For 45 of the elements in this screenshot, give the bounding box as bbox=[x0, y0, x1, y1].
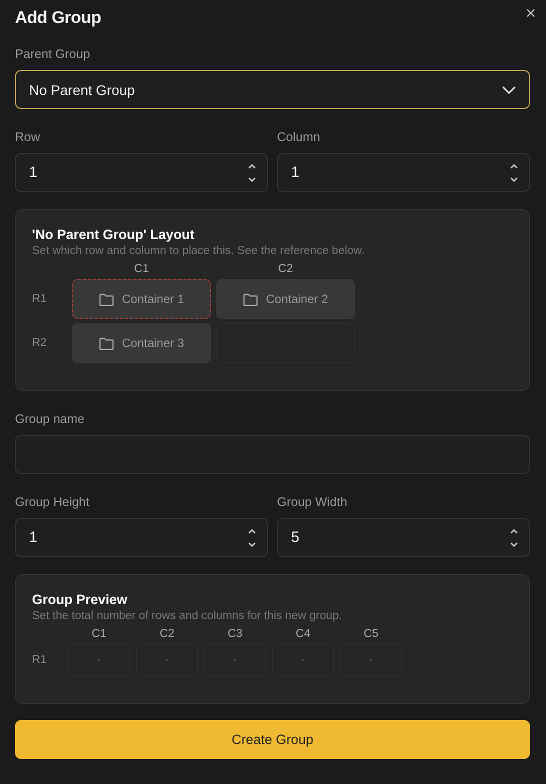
column-label: C3 bbox=[226, 628, 244, 640]
number-field[interactable]: 5 bbox=[277, 518, 530, 557]
dialog-title: Add Group bbox=[15, 8, 102, 28]
card-subtitle: Set which row and column to place this. See the reference below. bbox=[32, 245, 366, 257]
preview-cell: - bbox=[340, 644, 402, 676]
column-label: C2 bbox=[277, 263, 294, 275]
field-label: Group Height bbox=[15, 495, 90, 509]
preview-cell: - bbox=[272, 644, 334, 676]
stepper-icon bbox=[247, 526, 257, 548]
folder-icon bbox=[242, 292, 258, 306]
card-title: 'No Parent Group' Layout bbox=[32, 227, 196, 242]
field-label: Group name bbox=[15, 412, 86, 426]
card-subtitle: Set the total number of rows and columns for this new group. bbox=[32, 610, 344, 622]
number-field[interactable]: 1 bbox=[277, 153, 530, 192]
container-tile[interactable]: Container 2 bbox=[216, 279, 355, 319]
field-label: Row bbox=[15, 130, 42, 144]
row-label: R1 bbox=[32, 654, 48, 666]
column-label: C5 bbox=[362, 628, 380, 640]
field-label: Column bbox=[277, 130, 322, 144]
folder-icon bbox=[98, 336, 114, 350]
field-label: Group Width bbox=[277, 495, 348, 509]
field-label: Parent Group bbox=[15, 47, 92, 61]
container-tile[interactable]: Container 1 bbox=[72, 279, 211, 319]
preview-cell: - bbox=[136, 644, 198, 676]
column-label: C2 bbox=[158, 628, 176, 640]
column-label: C1 bbox=[90, 628, 108, 640]
stepper-icon bbox=[247, 162, 257, 184]
close-button[interactable]: × bbox=[525, 4, 536, 22]
folder-icon bbox=[98, 292, 114, 306]
number-field[interactable]: 1 bbox=[15, 518, 268, 557]
row-label: R2 bbox=[32, 337, 48, 349]
row-label: R1 bbox=[32, 293, 48, 305]
number-field[interactable]: 1 bbox=[15, 153, 268, 192]
stepper-icon bbox=[509, 162, 519, 184]
card-title: Group Preview bbox=[32, 592, 128, 607]
stepper-icon bbox=[509, 526, 519, 548]
chevron-down-icon bbox=[502, 86, 516, 94]
parent-group-select[interactable]: No Parent Group bbox=[15, 70, 530, 109]
group-name-field[interactable] bbox=[15, 435, 530, 474]
create-group-button[interactable]: Create Group bbox=[15, 720, 530, 759]
preview-cell: - bbox=[68, 644, 130, 676]
column-label: C1 bbox=[133, 263, 150, 275]
preview-cell: - bbox=[204, 644, 266, 676]
column-label: C4 bbox=[294, 628, 312, 640]
container-tile[interactable]: Container 3 bbox=[72, 323, 211, 363]
